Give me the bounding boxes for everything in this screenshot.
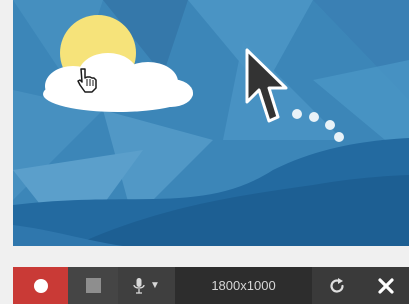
capture-scene xyxy=(13,0,409,246)
stop-icon xyxy=(85,278,101,293)
close-icon xyxy=(377,277,394,294)
refresh-button[interactable] xyxy=(312,267,362,304)
record-button[interactable] xyxy=(13,267,68,304)
capture-size-label[interactable]: 1800x1000 xyxy=(175,267,312,304)
record-icon xyxy=(33,278,48,293)
microphone-icon xyxy=(133,277,145,294)
recording-toolbar: ▼ 1800x1000 xyxy=(13,267,409,304)
audio-source-dropdown[interactable]: ▼ xyxy=(118,267,175,304)
refresh-icon xyxy=(330,277,344,293)
chevron-down-icon: ▼ xyxy=(150,280,160,291)
close-button[interactable] xyxy=(362,267,409,304)
stop-button[interactable] xyxy=(68,267,118,304)
capture-preview xyxy=(13,0,409,246)
